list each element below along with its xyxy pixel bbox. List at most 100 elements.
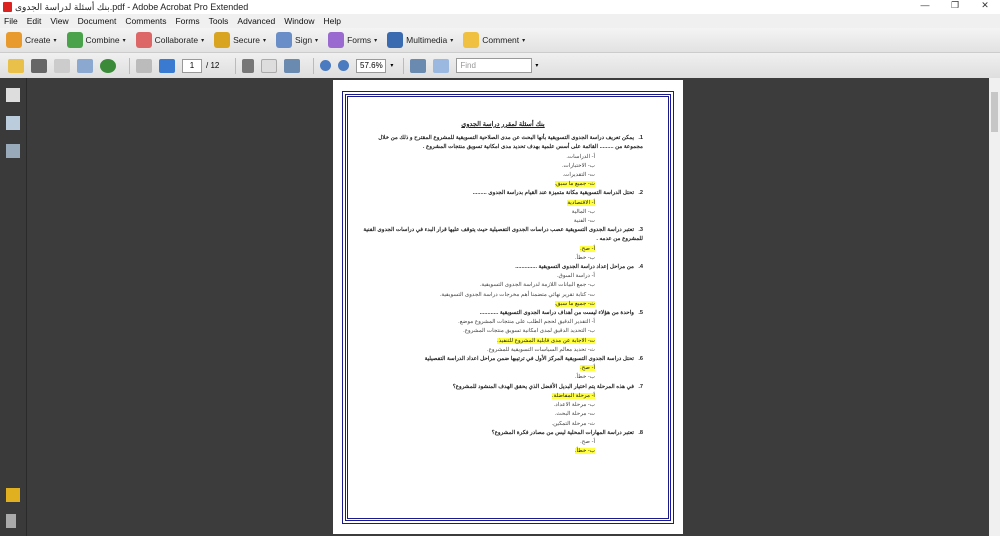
- page-number-input[interactable]: 1: [182, 58, 202, 73]
- pages-icon[interactable]: [6, 88, 20, 102]
- create-button[interactable]: Create ▾: [6, 32, 57, 48]
- question-text: يمكن تعريف دراسة الجدوى التسويقية بأنها …: [378, 135, 643, 151]
- question-text: في هذه المرحلة يتم اختيار البديل الأفضل …: [452, 383, 634, 390]
- question: 4. من مراحل إعداد دراسة الجدوى التسويقية …: [363, 263, 643, 272]
- option-text: ب- خطأ.: [575, 374, 595, 381]
- page-total: / 12: [206, 61, 220, 70]
- answer-option: ب- جمع البيانات اللازمة لدراسة الجدوى ال…: [363, 281, 595, 290]
- forms-button[interactable]: Forms ▾: [328, 32, 377, 48]
- select-tool-icon[interactable]: [242, 58, 255, 73]
- question-text: واحدة من هؤلاء ليست من أهداف دراسة الجدو…: [479, 310, 634, 317]
- minimize-button[interactable]: —: [910, 0, 940, 11]
- combine-icon: [66, 32, 83, 48]
- sign-button[interactable]: Sign ▾: [276, 32, 318, 48]
- question-number: 7.: [638, 383, 643, 390]
- option-text: ث- جميع ما سبق.: [554, 300, 595, 307]
- option-text: ب- التحديد الدقيق لمدى امكانية تسويق منت…: [463, 328, 595, 335]
- forms-icon: [328, 32, 345, 48]
- full-screen-icon[interactable]: [433, 58, 450, 73]
- attachments-icon[interactable]: [6, 514, 16, 528]
- menu-advanced[interactable]: Advanced: [237, 16, 275, 26]
- option-text: أ- مرحلة المفاضلة.: [551, 392, 595, 399]
- find-dropdown-icon[interactable]: ▾: [535, 62, 538, 69]
- navigation-pane: [0, 78, 27, 536]
- secure-button[interactable]: Secure ▾: [214, 32, 266, 48]
- bookmarks-icon[interactable]: [6, 116, 20, 130]
- option-text: ت- كتابة تقرير نهائي متضمنا أهم مخرجات د…: [439, 291, 595, 298]
- chevron-down-icon: ▾: [122, 37, 126, 44]
- option-text: ت- مرحلة البحث.: [554, 411, 595, 418]
- vertical-scrollbar[interactable]: [989, 78, 1000, 536]
- comment-button[interactable]: Comment ▾: [463, 32, 525, 48]
- combine-button[interactable]: Combine ▾: [66, 32, 126, 48]
- option-text: أ- التقدير الدقيق لحجم الطلب على منتجات …: [458, 319, 595, 326]
- collaborate-button[interactable]: Collaborate ▾: [135, 32, 204, 48]
- menu-comments[interactable]: Comments: [125, 16, 166, 26]
- menu-tools[interactable]: Tools: [209, 16, 229, 26]
- option-text: أ- صح.: [580, 245, 595, 252]
- option-text: أ- الاقتصادية: [567, 199, 595, 206]
- option-text: ث- جميع ما سبق.: [554, 181, 595, 188]
- option-text: أ- الدراسات.: [566, 153, 595, 160]
- option-text: أ- صح.: [580, 438, 595, 445]
- answer-option: ث- تحديد معالم السياسات التسويقية للمشرو…: [363, 346, 595, 355]
- title-bar: بنك أسئلة لدراسة الجدوى.pdf - Adobe Acro…: [0, 0, 1000, 14]
- create-icon: [6, 32, 22, 48]
- question-text: تعتبر دراسة المهارات المحلية ليس من مصاد…: [491, 429, 634, 436]
- next-page-icon[interactable]: [159, 58, 175, 73]
- question: 7. في هذه المرحلة يتم اختيار البديل الأفض…: [363, 383, 643, 392]
- answer-option: أ- صح.: [363, 364, 595, 373]
- zoom-out-icon[interactable]: [320, 60, 332, 71]
- option-text: ث- مرحلة التمكين.: [551, 420, 595, 427]
- marquee-zoom-icon[interactable]: [284, 58, 301, 73]
- print-icon[interactable]: [31, 58, 47, 73]
- menu-help[interactable]: Help: [323, 16, 340, 26]
- question: 1.يمكن تعريف دراسة الجدوى التسويقية بأنه…: [363, 134, 643, 152]
- question: 5. واحدة من هؤلاء ليست من أهداف دراسة الج…: [363, 309, 643, 318]
- maximize-button[interactable]: ❐: [940, 0, 970, 11]
- menu-window[interactable]: Window: [284, 16, 314, 26]
- multimedia-button[interactable]: Multimedia ▾: [387, 32, 453, 48]
- tasks-toolbar: Create ▾ Combine ▾ Collaborate ▾ Secure ▾ Sign ▾ F…: [0, 28, 1000, 53]
- menu-file[interactable]: File: [4, 16, 18, 26]
- zoom-dropdown-icon[interactable]: ▾: [390, 62, 393, 69]
- answer-option: ت- كتابة تقرير نهائي متضمنا أهم مخرجات د…: [363, 291, 595, 300]
- question: 2. تحتل الدراسة التسويقية مكانة متميزة عن…: [363, 189, 643, 198]
- hand-tool-icon[interactable]: [261, 58, 278, 73]
- fit-page-icon[interactable]: [410, 58, 427, 73]
- menu-document[interactable]: Document: [78, 16, 117, 26]
- open-icon[interactable]: [8, 58, 24, 73]
- question: 8. تعتبر دراسة المهارات المحلية ليس من مص…: [363, 429, 643, 438]
- scrollbar-thumb[interactable]: [991, 92, 998, 132]
- question-number: 4.: [638, 264, 643, 271]
- answer-option: ب- خطأ.: [363, 254, 595, 263]
- zoom-level-input[interactable]: 57.6%: [356, 58, 387, 73]
- question-number: 2.: [638, 190, 643, 197]
- toolbar-label: Secure: [233, 35, 261, 45]
- answer-option: ب- الاختبارات.: [363, 162, 595, 171]
- sign-icon: [276, 32, 293, 48]
- chevron-down-icon: ▾: [374, 37, 378, 44]
- comment-icon: [463, 32, 480, 48]
- close-button[interactable]: ✕: [970, 0, 1000, 11]
- answer-option: أ- صح.: [363, 438, 595, 447]
- answer-option: ت- مرحلة البحث.: [363, 410, 595, 419]
- answer-option: أ- الدراسات.: [363, 153, 595, 162]
- previous-page-icon[interactable]: [136, 58, 152, 73]
- comments-icon[interactable]: [6, 488, 20, 502]
- menu-forms[interactable]: Forms: [175, 16, 199, 26]
- menu-view[interactable]: View: [50, 16, 68, 26]
- pdf-icon: [3, 2, 12, 12]
- option-text: ب- مرحلة الاعداد.: [553, 402, 595, 409]
- menu-edit[interactable]: Edit: [27, 16, 42, 26]
- secure-icon: [214, 32, 231, 48]
- find-input[interactable]: Find: [456, 58, 533, 73]
- zoom-in-icon[interactable]: [338, 60, 350, 71]
- signatures-icon[interactable]: [6, 144, 20, 158]
- email-icon[interactable]: [77, 58, 93, 73]
- web-icon[interactable]: [100, 58, 116, 73]
- option-text: ب- خطأ.: [575, 254, 595, 261]
- toolbar-label: Create: [25, 35, 51, 45]
- answer-option: أ- صح.: [363, 245, 595, 254]
- save-icon[interactable]: [54, 58, 70, 73]
